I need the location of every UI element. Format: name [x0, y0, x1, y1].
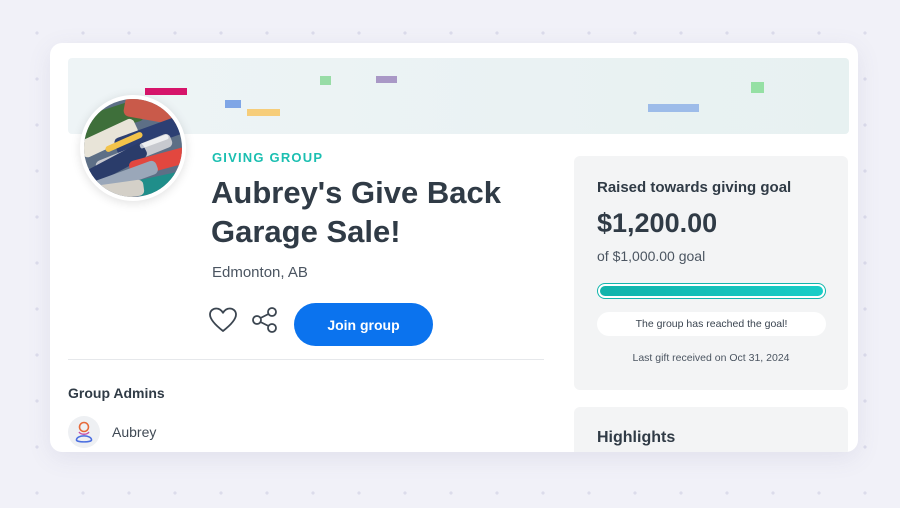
- admin-avatar[interactable]: [68, 416, 100, 448]
- page-title: Aubrey's Give Back Garage Sale!: [211, 175, 501, 249]
- admin-name[interactable]: Aubrey: [112, 424, 156, 440]
- heart-icon[interactable]: [208, 306, 238, 339]
- share-icon[interactable]: [251, 307, 279, 338]
- goal-target: of $1,000.00 goal: [597, 248, 706, 264]
- join-group-button[interactable]: Join group: [294, 303, 433, 346]
- group-admins-heading: Group Admins: [68, 385, 165, 401]
- header-banner: [68, 58, 849, 134]
- confetti-blue: [225, 100, 241, 108]
- goal-progress-bar: [597, 283, 826, 299]
- group-card: GIVING GROUP Aubrey's Give Back Garage S…: [50, 43, 858, 452]
- goal-label: Raised towards giving goal: [597, 179, 792, 196]
- highlights-title: Highlights: [597, 429, 676, 446]
- raised-amount: $1,200.00: [597, 208, 718, 238]
- group-type-label: GIVING GROUP: [212, 150, 324, 165]
- group-location: Edmonton, AB: [212, 264, 308, 281]
- confetti-yellow: [247, 109, 280, 116]
- highlights-panel: Highlights: [574, 407, 848, 452]
- goal-progress-fill: [600, 286, 823, 296]
- group-photo: [80, 95, 186, 201]
- last-gift-text: Last gift received on Oct 31, 2024: [632, 352, 790, 364]
- confetti-green: [320, 76, 331, 85]
- section-divider: [68, 359, 544, 360]
- confetti-mint: [751, 82, 764, 93]
- confetti-purple: [376, 76, 397, 83]
- giving-goal-panel: Raised towards giving goal $1,200.00 of …: [574, 156, 848, 390]
- confetti-pink: [145, 88, 187, 95]
- goal-status-badge: The group has reached the goal!: [597, 312, 826, 336]
- confetti-lightblue: [648, 104, 699, 112]
